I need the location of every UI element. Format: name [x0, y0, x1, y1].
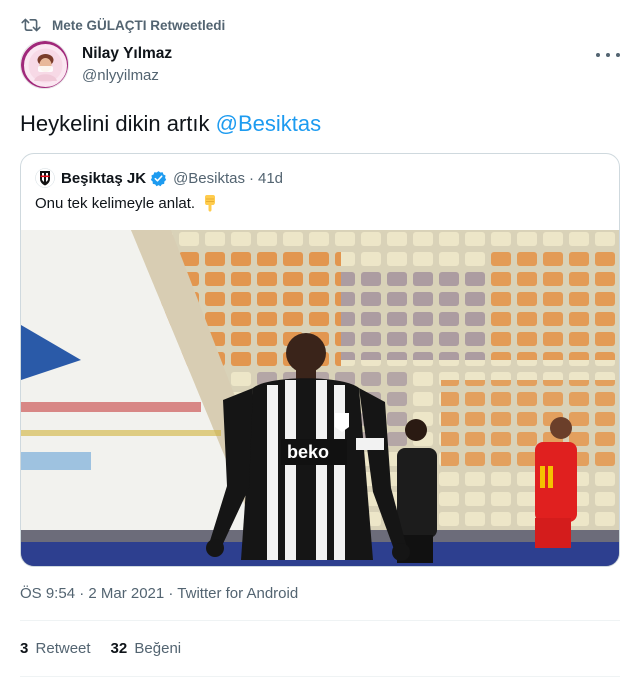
retweet-icon	[20, 15, 42, 35]
author-handle[interactable]: @nlyyilmaz	[82, 67, 159, 84]
quoted-tweet-text: Onu tek kelimeyle anlat.	[35, 194, 219, 212]
retweet-count: 3	[20, 640, 29, 657]
author-name[interactable]: Nilay Yılmaz	[82, 45, 172, 63]
divider	[20, 620, 620, 621]
avatar[interactable]	[20, 40, 69, 89]
quoted-text-body: Onu tek kelimeyle anlat.	[35, 194, 196, 212]
tweet-text-body: Heykelini dikin artık	[20, 111, 216, 136]
separator-dot: ·	[248, 169, 254, 187]
retweet-banner-text: Mete GÜLAÇTI Retweetledi	[52, 17, 226, 33]
tweet-stats: 3 Retweet 32 Beğeni	[20, 640, 201, 657]
tweet: Mete GÜLAÇTI Retweetledi Nilay Yılmaz @n…	[0, 0, 635, 679]
like-count-link[interactable]: 32 Beğeni	[111, 640, 182, 657]
tweet-meta[interactable]: ÖS 9:54 · 2 Mar 2021 · Twitter for Andro…	[20, 585, 298, 602]
quoted-media-photo[interactable]: beko	[21, 230, 619, 566]
besiktas-logo-icon	[35, 168, 55, 188]
tweet-text: Heykelini dikin artık @Besiktas	[20, 111, 321, 137]
quoted-author-handle[interactable]: @Besiktas	[173, 170, 245, 187]
verified-badge-icon	[150, 170, 167, 187]
pointing-down-emoji-icon	[201, 194, 219, 212]
quoted-tweet-header: Beşiktaş JK @Besiktas · 41d	[35, 167, 283, 189]
quoted-author-name[interactable]: Beşiktaş JK	[61, 170, 146, 187]
svg-text:beko: beko	[287, 442, 329, 462]
like-label: Beğeni	[134, 640, 182, 657]
mention-link[interactable]: @Besiktas	[216, 111, 321, 136]
retweet-count-link[interactable]: 3 Retweet	[20, 640, 91, 657]
like-count: 32	[110, 640, 128, 657]
quoted-timestamp[interactable]: 41d	[258, 170, 283, 187]
more-options-icon[interactable]	[596, 48, 620, 62]
retweet-label: Retweet	[35, 640, 91, 657]
bottom-divider	[20, 676, 620, 677]
retweet-banner[interactable]: Mete GÜLAÇTI Retweetledi	[20, 14, 225, 36]
tweet-header: Nilay Yılmaz @nlyyilmaz	[20, 40, 620, 94]
quoted-tweet[interactable]: Beşiktaş JK @Besiktas · 41d Onu tek keli…	[20, 153, 620, 567]
